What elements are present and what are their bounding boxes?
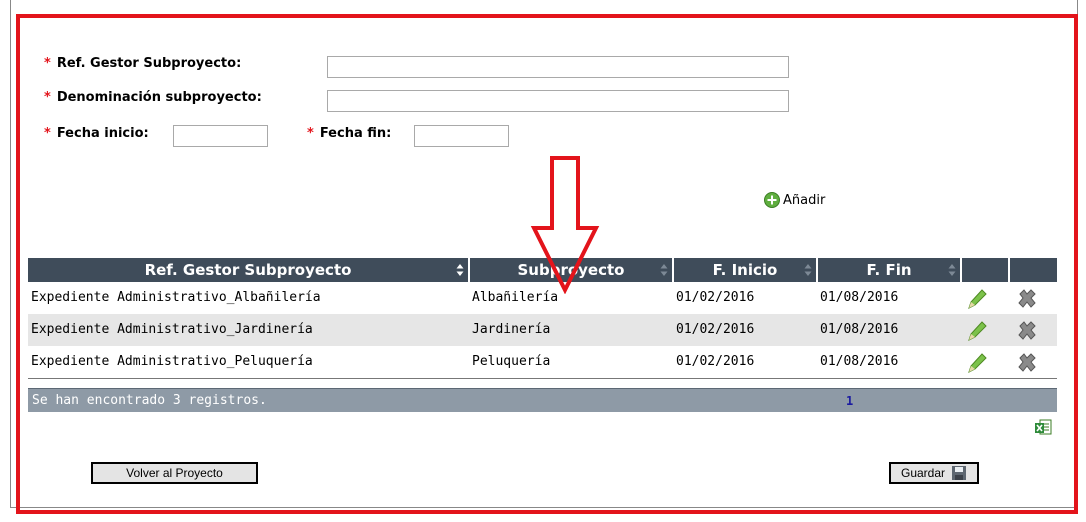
cell-ref: Expediente Administrativo_Albañilería	[31, 290, 321, 305]
column-header-fin[interactable]: F. Fin	[818, 258, 962, 282]
fecha-inicio-label: * Fecha inicio:	[44, 126, 149, 141]
sort-icon	[456, 264, 464, 276]
cell-inicio: 01/02/2016	[676, 354, 755, 369]
denominacion-label-text: Denominación subproyecto:	[56, 90, 262, 105]
required-mark: *	[44, 90, 51, 105]
required-mark: *	[44, 56, 51, 71]
cell-fin: 01/08/2016	[820, 290, 899, 305]
cell-fin: 01/08/2016	[820, 322, 899, 337]
column-header-fin-label: F. Fin	[866, 261, 912, 279]
ref-label: * Ref. Gestor Subproyecto:	[44, 56, 241, 71]
required-mark: *	[44, 126, 51, 141]
ref-gestor-input[interactable]	[327, 56, 789, 78]
floppy-disk-icon	[952, 466, 967, 480]
pencil-icon[interactable]	[966, 320, 988, 342]
back-to-project-button[interactable]: Volver al Proyecto	[91, 462, 258, 484]
denominacion-label: * Denominación subproyecto:	[44, 90, 262, 105]
x-icon[interactable]	[1016, 288, 1038, 310]
record-count: Se han encontrado 3 registros.	[32, 393, 267, 408]
denominacion-input[interactable]	[327, 90, 789, 112]
column-header-ref[interactable]: Ref. Gestor Subproyecto	[28, 258, 470, 282]
required-mark: *	[307, 126, 314, 141]
fecha-fin-input[interactable]	[414, 125, 509, 147]
column-header-ref-label: Ref. Gestor Subproyecto	[144, 261, 352, 279]
cell-subproyecto: Jardinería	[472, 322, 551, 337]
add-button[interactable]: Añadir	[764, 192, 825, 208]
pencil-icon[interactable]	[966, 352, 988, 374]
cell-inicio: 01/02/2016	[676, 290, 755, 305]
fecha-inicio-input[interactable]	[173, 125, 268, 147]
cell-fin: 01/08/2016	[820, 354, 899, 369]
save-button-label: Guardar	[900, 466, 946, 480]
pencil-icon[interactable]	[966, 288, 988, 310]
fecha-fin-label: * Fecha fin:	[307, 126, 391, 141]
fecha-inicio-label-text: Fecha inicio:	[56, 126, 149, 141]
table-bottom-border	[28, 378, 1057, 379]
sort-icon	[660, 264, 668, 276]
ref-label-text: Ref. Gestor Subproyecto:	[56, 56, 242, 71]
column-header-inicio-label: F. Inicio	[712, 261, 778, 279]
table-footer: Se han encontrado 3 registros. 1	[28, 388, 1057, 412]
column-header-inicio[interactable]: F. Inicio	[674, 258, 818, 282]
cell-ref: Expediente Administrativo_Peluquería	[31, 354, 313, 369]
cell-inicio: 01/02/2016	[676, 322, 755, 337]
x-icon[interactable]	[1016, 320, 1038, 342]
page-link[interactable]: 1	[846, 389, 853, 413]
table-row: Expediente Administrativo_Jardinería Jar…	[28, 314, 1057, 346]
excel-export-icon[interactable]	[1034, 418, 1052, 436]
x-icon[interactable]	[1016, 352, 1038, 374]
sort-icon	[948, 264, 956, 276]
add-label: Añadir	[783, 192, 826, 208]
down-arrow-annotation	[530, 156, 600, 294]
cell-ref: Expediente Administrativo_Jardinería	[31, 322, 313, 337]
save-button[interactable]: Guardar	[889, 462, 979, 484]
cell-subproyecto: Peluquería	[472, 354, 551, 369]
column-header-edit	[962, 258, 1010, 282]
fecha-fin-label-text: Fecha fin:	[319, 126, 392, 141]
back-button-label: Volver al Proyecto	[126, 466, 223, 480]
sort-icon	[804, 264, 812, 276]
column-header-delete	[1010, 258, 1057, 282]
plus-circle-icon	[764, 192, 780, 208]
table-row: Expediente Administrativo_Peluquería Pel…	[28, 346, 1057, 378]
